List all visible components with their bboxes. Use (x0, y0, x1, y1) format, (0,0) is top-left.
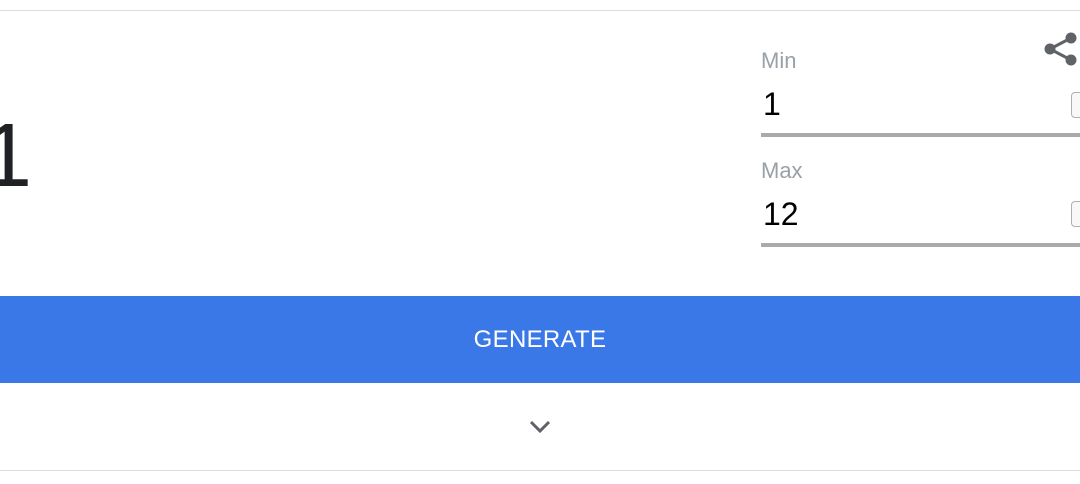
min-spinner[interactable] (1071, 92, 1080, 118)
random-number-result: 1 (0, 106, 33, 206)
min-underline (761, 133, 1080, 137)
max-spinner[interactable] (1071, 201, 1080, 227)
share-button[interactable] (1038, 28, 1080, 70)
min-label: Min (761, 48, 797, 73)
share-icon (1044, 32, 1077, 66)
max-label: Max (761, 158, 803, 183)
bottom-divider (0, 470, 1080, 471)
min-input[interactable] (761, 84, 1080, 124)
max-underline (761, 243, 1080, 247)
generate-button[interactable]: GENERATE (0, 296, 1080, 383)
expand-button[interactable] (522, 410, 558, 446)
top-divider (0, 10, 1080, 11)
max-input[interactable] (761, 194, 1080, 234)
chevron-down-icon (529, 420, 551, 434)
